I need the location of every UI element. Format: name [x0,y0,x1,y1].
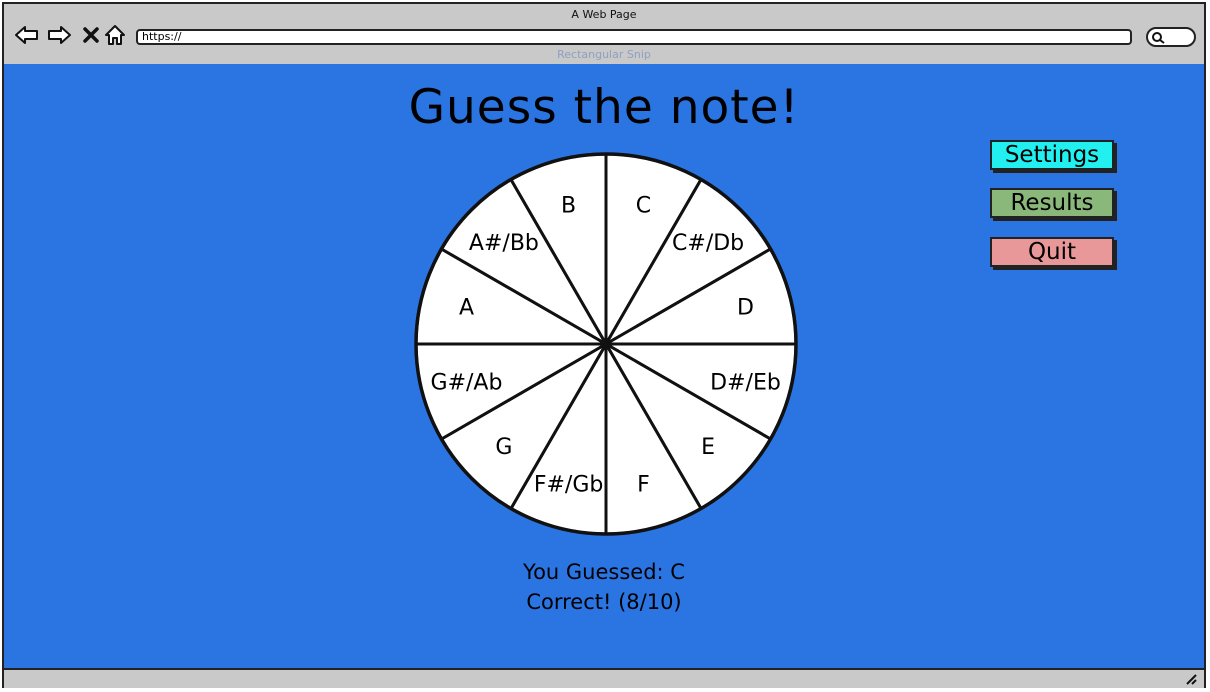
search-box[interactable] [1146,27,1196,47]
settings-button[interactable]: Settings [990,140,1114,170]
address-bar[interactable]: https:// [136,29,1132,45]
page-content: Guess the note! Settings Results Quit CC… [4,64,1204,668]
browser-status-bar [4,668,1204,688]
quit-button[interactable]: Quit [990,237,1114,267]
browser-window: A Web Page https:// Rectangular Snip Gue… [2,2,1206,688]
back-icon[interactable] [14,22,40,48]
snip-label: Rectangular Snip [557,48,651,61]
window-title: A Web Page [571,8,637,21]
resize-grip-icon[interactable] [1184,673,1198,685]
browser-toolbar: A Web Page https:// Rectangular Snip [4,4,1204,66]
result-text: Correct! (8/10) [526,590,682,614]
guess-text: You Guessed: C [523,560,685,584]
forward-icon[interactable] [46,22,72,48]
close-icon[interactable] [78,22,104,48]
results-button[interactable]: Results [990,188,1114,218]
home-icon[interactable] [102,22,128,48]
page-title: Guess the note! [408,80,800,135]
note-wheel: CC#/DbDD#/EbEFF#/GbGG#/AbAA#/BbB [414,152,798,536]
search-icon [1152,32,1165,44]
